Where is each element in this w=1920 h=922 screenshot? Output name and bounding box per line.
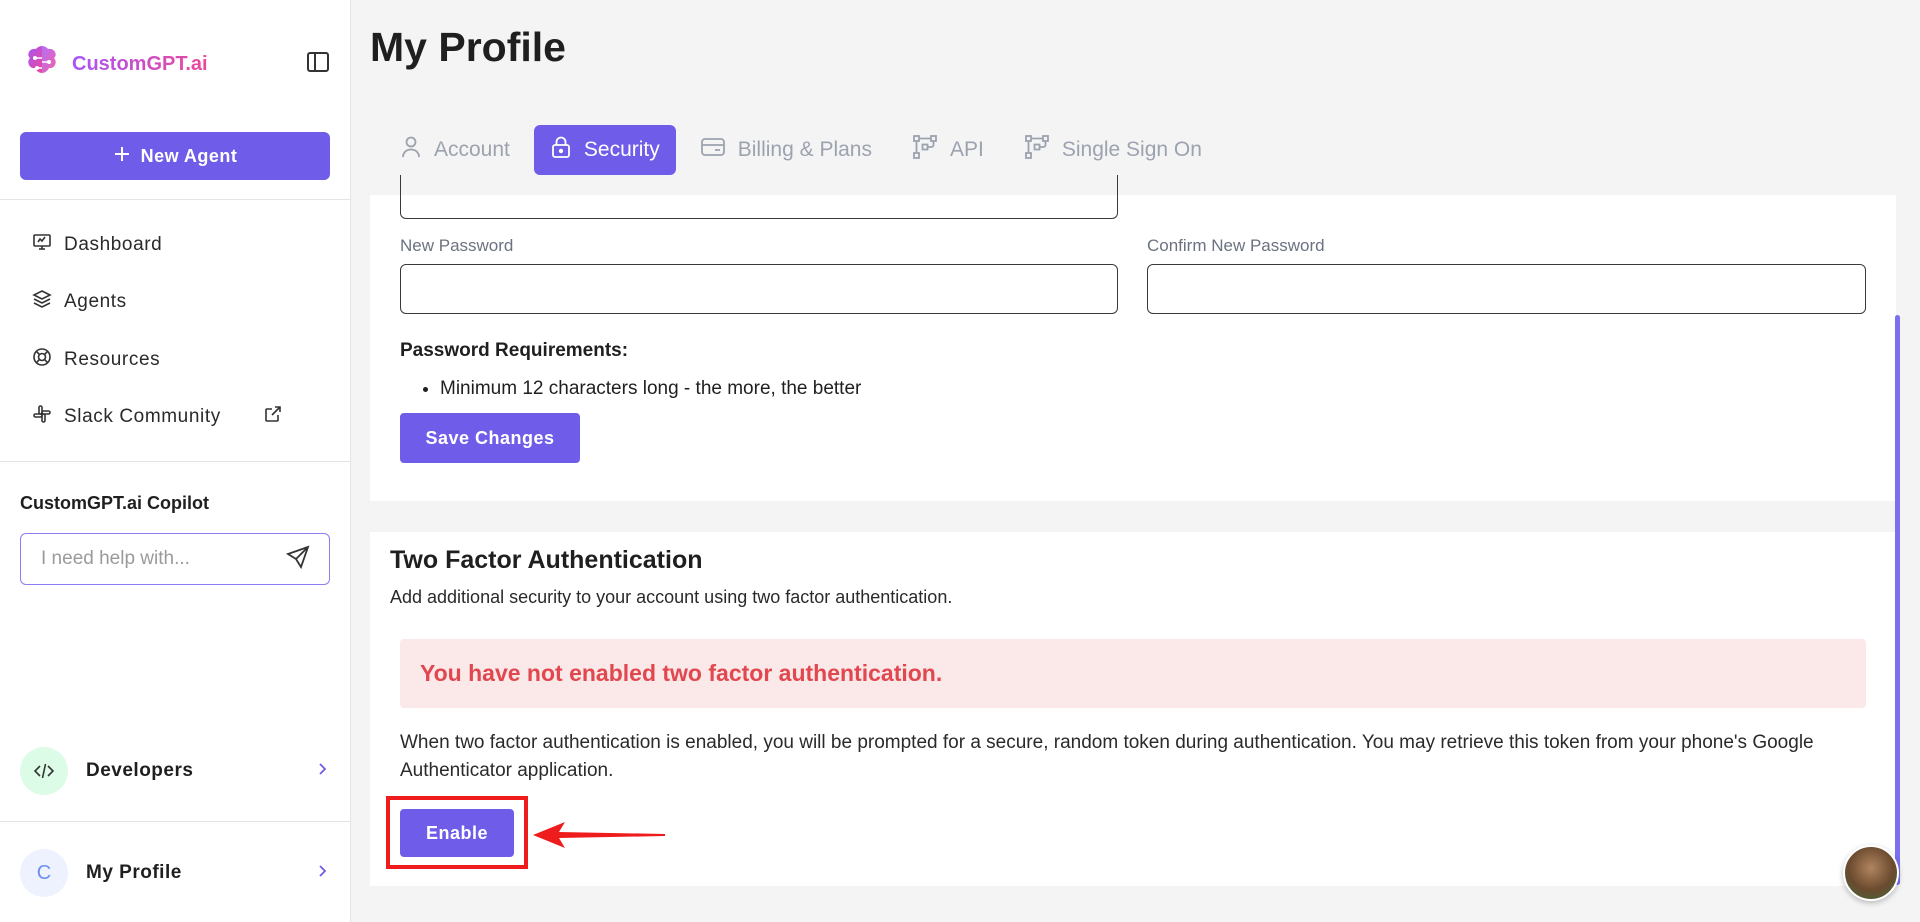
logo[interactable]: CustomGPT.ai bbox=[20, 40, 208, 89]
scrollbar[interactable] bbox=[1895, 315, 1900, 885]
avatar: C bbox=[20, 849, 68, 897]
my-profile-label: My Profile bbox=[86, 862, 182, 883]
credit-card-icon bbox=[700, 136, 726, 164]
sidebar-toggle-icon[interactable] bbox=[305, 49, 331, 80]
sidebar-item-resources[interactable]: Resources bbox=[32, 344, 160, 376]
copilot-input[interactable] bbox=[41, 548, 271, 570]
requirements-title: Password Requirements: bbox=[400, 340, 629, 361]
new-agent-button[interactable]: New Agent bbox=[20, 132, 330, 180]
tab-label: Billing & Plans bbox=[737, 138, 872, 161]
sidebar: CustomGPT.ai New Agent Dashboard Agents … bbox=[0, 0, 351, 922]
chevron-right-icon bbox=[314, 761, 330, 782]
new-password-field[interactable] bbox=[400, 264, 1118, 314]
user-icon bbox=[400, 135, 422, 165]
layers-icon bbox=[32, 289, 52, 315]
new-password-label: New Password bbox=[400, 236, 514, 255]
monitor-icon bbox=[32, 232, 52, 258]
copilot-box bbox=[20, 533, 330, 585]
sidebar-item-dashboard[interactable]: Dashboard bbox=[32, 229, 162, 261]
confirm-password-field[interactable] bbox=[1147, 264, 1866, 314]
divider bbox=[0, 199, 351, 200]
two-factor-description: When two factor authentication is enable… bbox=[400, 732, 1814, 781]
tab-security[interactable]: Security bbox=[533, 125, 676, 175]
two-factor-subtitle: Add additional security to your account … bbox=[390, 587, 953, 607]
sidebar-item-label: Slack Community bbox=[64, 406, 221, 427]
brand-name: CustomGPT.ai bbox=[72, 52, 208, 75]
logo-row: CustomGPT.ai bbox=[20, 40, 331, 88]
sso-icon bbox=[1024, 134, 1050, 166]
profile-tabs: Account Security Billing & Plans API Sin… bbox=[384, 125, 1218, 175]
tab-label: Security bbox=[583, 138, 660, 161]
tab-single-sign-on[interactable]: Single Sign On bbox=[1008, 125, 1218, 175]
confirm-password-label: Confirm New Password bbox=[1147, 236, 1325, 255]
tab-account[interactable]: Account bbox=[384, 125, 526, 175]
tab-label: Single Sign On bbox=[1061, 138, 1202, 161]
copilot-title: CustomGPT.ai Copilot bbox=[20, 493, 209, 513]
requirements-list: Minimum 12 characters long - the more, t… bbox=[440, 378, 861, 400]
new-agent-label: New Agent bbox=[140, 145, 238, 166]
lifebuoy-icon bbox=[32, 347, 52, 373]
two-factor-alert: You have not enabled two factor authenti… bbox=[400, 639, 1866, 708]
list-item: Minimum 12 characters long - the more, t… bbox=[440, 378, 861, 400]
tab-api[interactable]: API bbox=[896, 125, 1000, 175]
page-title: My Profile bbox=[370, 24, 566, 70]
slack-icon bbox=[32, 404, 52, 430]
sidebar-item-label: Resources bbox=[64, 349, 161, 370]
sidebar-item-label: Dashboard bbox=[64, 234, 163, 255]
divider bbox=[0, 461, 351, 462]
save-changes-button[interactable]: Save Changes bbox=[400, 413, 580, 463]
password-card: New Password Confirm New Password Passwo… bbox=[370, 175, 1896, 501]
current-password-field[interactable] bbox=[400, 175, 1118, 219]
tab-billing-plans[interactable]: Billing & Plans bbox=[684, 125, 888, 175]
sidebar-item-my-profile[interactable]: C My Profile bbox=[20, 848, 330, 898]
plus-icon bbox=[113, 145, 131, 168]
sidebar-item-label: Agents bbox=[64, 291, 127, 312]
sidebar-item-slack-community[interactable]: Slack Community bbox=[32, 401, 283, 433]
tab-label: API bbox=[949, 138, 984, 161]
chevron-right-icon bbox=[314, 863, 330, 884]
tab-label: Account bbox=[434, 138, 510, 161]
sidebar-item-developers[interactable]: Developers bbox=[20, 746, 330, 796]
developers-label: Developers bbox=[86, 760, 194, 781]
brain-logo-icon bbox=[20, 40, 64, 89]
lock-icon bbox=[550, 135, 572, 165]
divider bbox=[0, 821, 351, 822]
red-arrow-icon bbox=[533, 818, 667, 857]
support-chat-avatar[interactable] bbox=[1843, 845, 1899, 901]
external-link-icon bbox=[263, 404, 283, 430]
sidebar-item-agents[interactable]: Agents bbox=[32, 286, 127, 318]
two-factor-title: Two Factor Authentication bbox=[390, 546, 703, 574]
send-icon[interactable] bbox=[285, 544, 311, 575]
enable-button[interactable]: Enable bbox=[400, 809, 514, 857]
code-icon bbox=[20, 747, 68, 795]
api-icon bbox=[912, 134, 938, 166]
